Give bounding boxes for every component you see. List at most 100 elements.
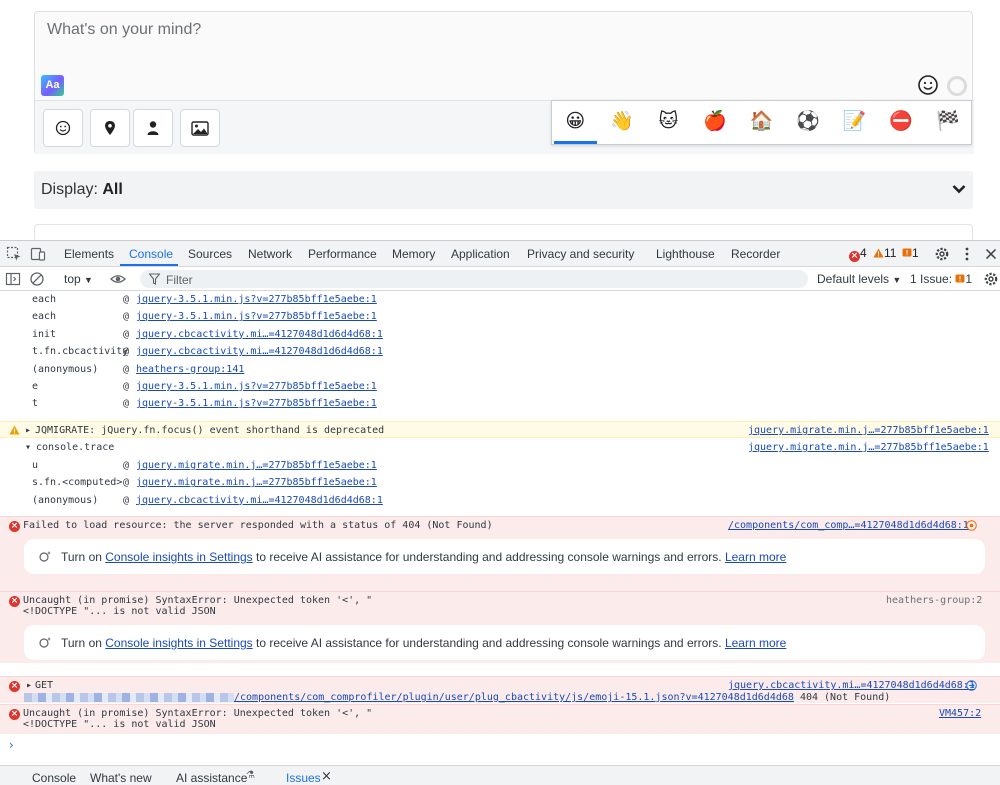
network-error-message[interactable]: × ▸ GET jquery.cbcactivity.mi…=4127048d1… [0,676,1000,703]
emoji-category-tab[interactable]: ⚽ [785,101,832,144]
issues-link[interactable]: 1 Issue: 1 [910,272,972,286]
console-toolbar: top ▼ Filter Default levels ▼ 1 Issue: 1 [0,267,1000,291]
context-selector[interactable]: top ▼ [64,272,93,286]
emoji-category-tab[interactable]: ⛔ [878,101,925,144]
drawer-tab-console[interactable]: Console [32,771,76,785]
stack-frame-source-link[interactable]: jquery-3.5.1.min.js?v=277b85bff1e5aebe:1 [136,294,377,305]
learn-more-link[interactable]: Learn more [725,550,786,564]
filter-placeholder: Filter [166,273,193,287]
stack-frame-row: init @ jquery.cbcactivity.mi…=4127048d1d6d… [0,326,1000,343]
live-expression-eye-icon[interactable] [110,271,126,287]
expand-triangle-icon[interactable]: ▸ [26,680,32,691]
learn-more-link[interactable]: Learn more [725,636,786,650]
source-link[interactable]: heathers-group:2 [886,595,982,606]
stack-frame-source-link[interactable]: jquery.migrate.min.j…=277b85bff1e5aebe:1 [136,460,377,471]
stack-frame-source-link[interactable]: jquery.cbcactivity.mi…=4127048d1d6d4d68:… [136,346,383,357]
devtools-tab-privacy-and-security[interactable]: Privacy and security [527,247,634,261]
device-toolbar-icon[interactable] [30,246,46,262]
stack-frame-function: (anonymous) [32,363,99,375]
error-text: Failed to load resource: the server resp… [23,520,493,531]
emoji-category-tab[interactable]: 📝 [831,101,878,144]
sidebar-toggle-icon[interactable] [5,271,21,287]
log-levels-dropdown[interactable]: Default levels ▼ [817,272,901,286]
error-message[interactable]: × Uncaught (in promise) SyntaxError: Une… [0,704,1000,734]
drawer-tab-bar: Console What's new AI assistance ⚗ Issues × [0,765,1000,785]
tag-person-button[interactable] [133,109,173,147]
error-message[interactable]: × Failed to load resource: the server re… [0,516,1000,594]
expand-triangle-icon[interactable]: ▸ [25,425,31,436]
trace-header[interactable]: ▾ console.trace jquery.migrate.min.j…=27… [0,439,1000,456]
emoji-category-tab[interactable]: 🏁 [925,101,972,144]
emoji-category-tabs: 😀 👋 🐱 🍎 🏠 ⚽ 📝 ⛔ 🏁 [551,100,972,145]
image-icon [191,120,209,136]
request-method: GET [35,680,54,691]
stack-frame-row: (anonymous) @ heathers-group:141 [0,361,1000,378]
insight-text: Turn on Console insights in Settings to … [61,550,787,564]
devtools-tab-application[interactable]: Application [451,247,510,261]
source-link[interactable]: jquery.migrate.min.j…=277b85bff1e5aebe:1 [748,442,989,453]
filter-input[interactable]: Filter [140,270,808,288]
drawer-tab-what-s-new[interactable]: What's new [90,771,152,785]
location-button[interactable] [90,109,130,147]
emoji-category-tab[interactable]: 😀 [552,101,599,144]
source-link[interactable]: /components/com_comp…=4127048d1d6d4d68:1 [728,520,969,531]
composer-placeholder[interactable]: What's on your mind? [47,21,201,39]
source-link[interactable]: VM457:2 [939,708,981,719]
collapse-triangle-icon[interactable]: ▾ [25,442,31,453]
emoji-category-tab[interactable]: 🏠 [738,101,785,144]
console-insights-settings-link[interactable]: Console insights in Settings [105,550,252,564]
devtools-tab-performance[interactable]: Performance [308,247,377,261]
stack-frame-function: u [32,460,39,471]
inspect-element-icon[interactable] [6,246,22,262]
console-insights-settings-link[interactable]: Console insights in Settings [105,636,252,650]
console-prompt[interactable]: › [9,738,14,752]
drawer-tab-issues[interactable]: Issues [286,771,321,785]
active-tab-indicator [120,264,178,266]
stack-frame-source-link[interactable]: jquery.migrate.min.j…=277b85bff1e5aebe:1 [136,477,377,488]
source-link[interactable]: jquery.migrate.min.j…=277b85bff1e5aebe:1 [748,425,989,436]
network-request-icon[interactable] [966,680,977,691]
display-filter[interactable]: Display: All [34,171,973,209]
emoji-category-tab[interactable]: 👋 [599,101,646,144]
clear-console-icon[interactable] [29,271,45,287]
request-url-line[interactable]: /components/com_comprofiler/plugin/user/… [24,692,890,703]
stack-frame-source-link[interactable]: jquery-3.5.1.min.js?v=277b85bff1e5aebe:1 [136,381,377,392]
error-text-line2: <!DOCTYPE "... is not valid JSON [23,719,216,730]
devtools-tab-lighthouse[interactable]: Lighthouse [656,247,715,261]
error-message[interactable]: × Uncaught (in promise) SyntaxError: Une… [0,591,1000,663]
stack-frame-source-link[interactable]: jquery-3.5.1.min.js?v=277b85bff1e5aebe:1 [136,398,377,409]
emoji-toggle-icon[interactable] [917,74,939,96]
stack-frame-source-link[interactable]: jquery.cbcactivity.mi…=4127048d1d6d4d68:… [136,329,383,340]
error-count-badge[interactable]: × 4 [849,246,867,262]
display-filter-label: Display: All [41,181,123,198]
add-photo-button[interactable] [180,109,220,147]
experiment-flask-icon: ⚗ [246,770,255,781]
close-icon[interactable] [983,246,999,262]
close-tab-icon[interactable]: × [321,769,332,784]
error-text-line2: <!DOCTYPE "... is not valid JSON [23,606,216,617]
warning-message[interactable]: ▸ JQMIGRATE: jQuery.fn.focus() event sho… [0,421,1000,438]
stack-frame-source-link[interactable]: jquery.cbcactivity.mi…=4127048d1d6d4d68:… [136,495,383,506]
more-options-icon[interactable] [959,246,975,262]
issue-count-badge[interactable]: 1 [902,246,919,260]
devtools-tab-memory[interactable]: Memory [392,247,435,261]
devtools-tab-console[interactable]: Console [129,247,173,261]
emoji-category-tab[interactable]: 🐱 [645,101,692,144]
format-text-button[interactable]: Aa [41,75,64,96]
stack-frame-source-link[interactable]: jquery-3.5.1.min.js?v=277b85bff1e5aebe:1 [136,311,377,322]
stack-frame-source-link[interactable]: heathers-group:141 [136,364,244,375]
devtools-tab-elements[interactable]: Elements [64,247,114,261]
drawer-tab-ai-assistance[interactable]: AI assistance [176,771,247,785]
chevron-down-icon[interactable] [951,181,967,197]
emoji-button[interactable] [43,109,83,147]
devtools-tab-recorder[interactable]: Recorder [731,247,780,261]
devtools-tab-sources[interactable]: Sources [188,247,232,261]
console-settings-icon[interactable] [983,271,999,287]
source-link[interactable]: jquery.cbcactivity.mi…=4127048d1d6d4d68:… [728,680,975,691]
emoji-category-tab[interactable]: 🍎 [692,101,739,144]
devtools-tab-network[interactable]: Network [248,247,292,261]
settings-gear-icon[interactable] [934,246,950,262]
stack-frame-function: init [32,328,57,340]
warning-count-badge[interactable]: 11 [873,246,896,260]
ai-insight-icon[interactable] [966,520,977,531]
